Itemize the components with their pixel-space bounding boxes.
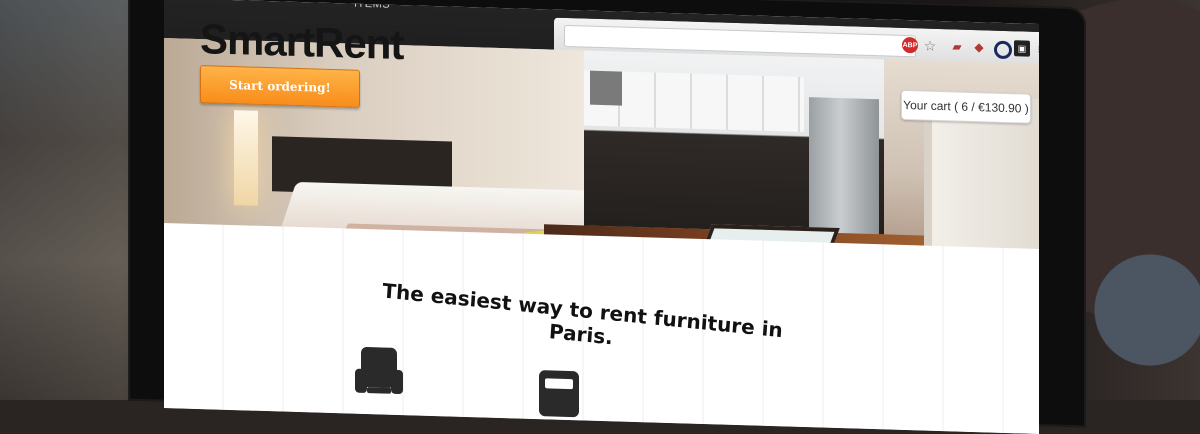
tagline: The easiest way to rent furniture in Par… bbox=[381, 278, 784, 350]
start-ordering-button[interactable]: Start ordering! bbox=[200, 65, 360, 108]
circle-icon[interactable] bbox=[994, 40, 1012, 60]
browser-screen: ITEMS ABP ☆ ▰ ◆ ▣ ≡ SmartRent Start orde… bbox=[164, 0, 1039, 434]
main-content: The easiest way to rent furniture in Par… bbox=[164, 223, 1039, 434]
cart-button[interactable]: Your cart ( 6 / €130.90 ) bbox=[901, 89, 1031, 124]
armchair-icon bbox=[349, 338, 409, 400]
extension-icon[interactable]: ▰ bbox=[949, 38, 965, 54]
background-left-blur bbox=[0, 0, 140, 400]
box-icon bbox=[529, 364, 589, 426]
microwave bbox=[590, 70, 622, 106]
fridge bbox=[809, 97, 879, 240]
kitchen bbox=[584, 50, 884, 240]
lamp bbox=[234, 110, 258, 206]
star-icon[interactable]: ☆ bbox=[922, 37, 938, 53]
menu-icon[interactable]: ≡ bbox=[1034, 41, 1039, 57]
adblock-icon[interactable]: ABP bbox=[902, 36, 918, 54]
site-logo[interactable]: SmartRent bbox=[200, 15, 403, 69]
extension-icon[interactable]: ◆ bbox=[971, 39, 987, 55]
page-icon[interactable]: ▣ bbox=[1014, 40, 1030, 57]
